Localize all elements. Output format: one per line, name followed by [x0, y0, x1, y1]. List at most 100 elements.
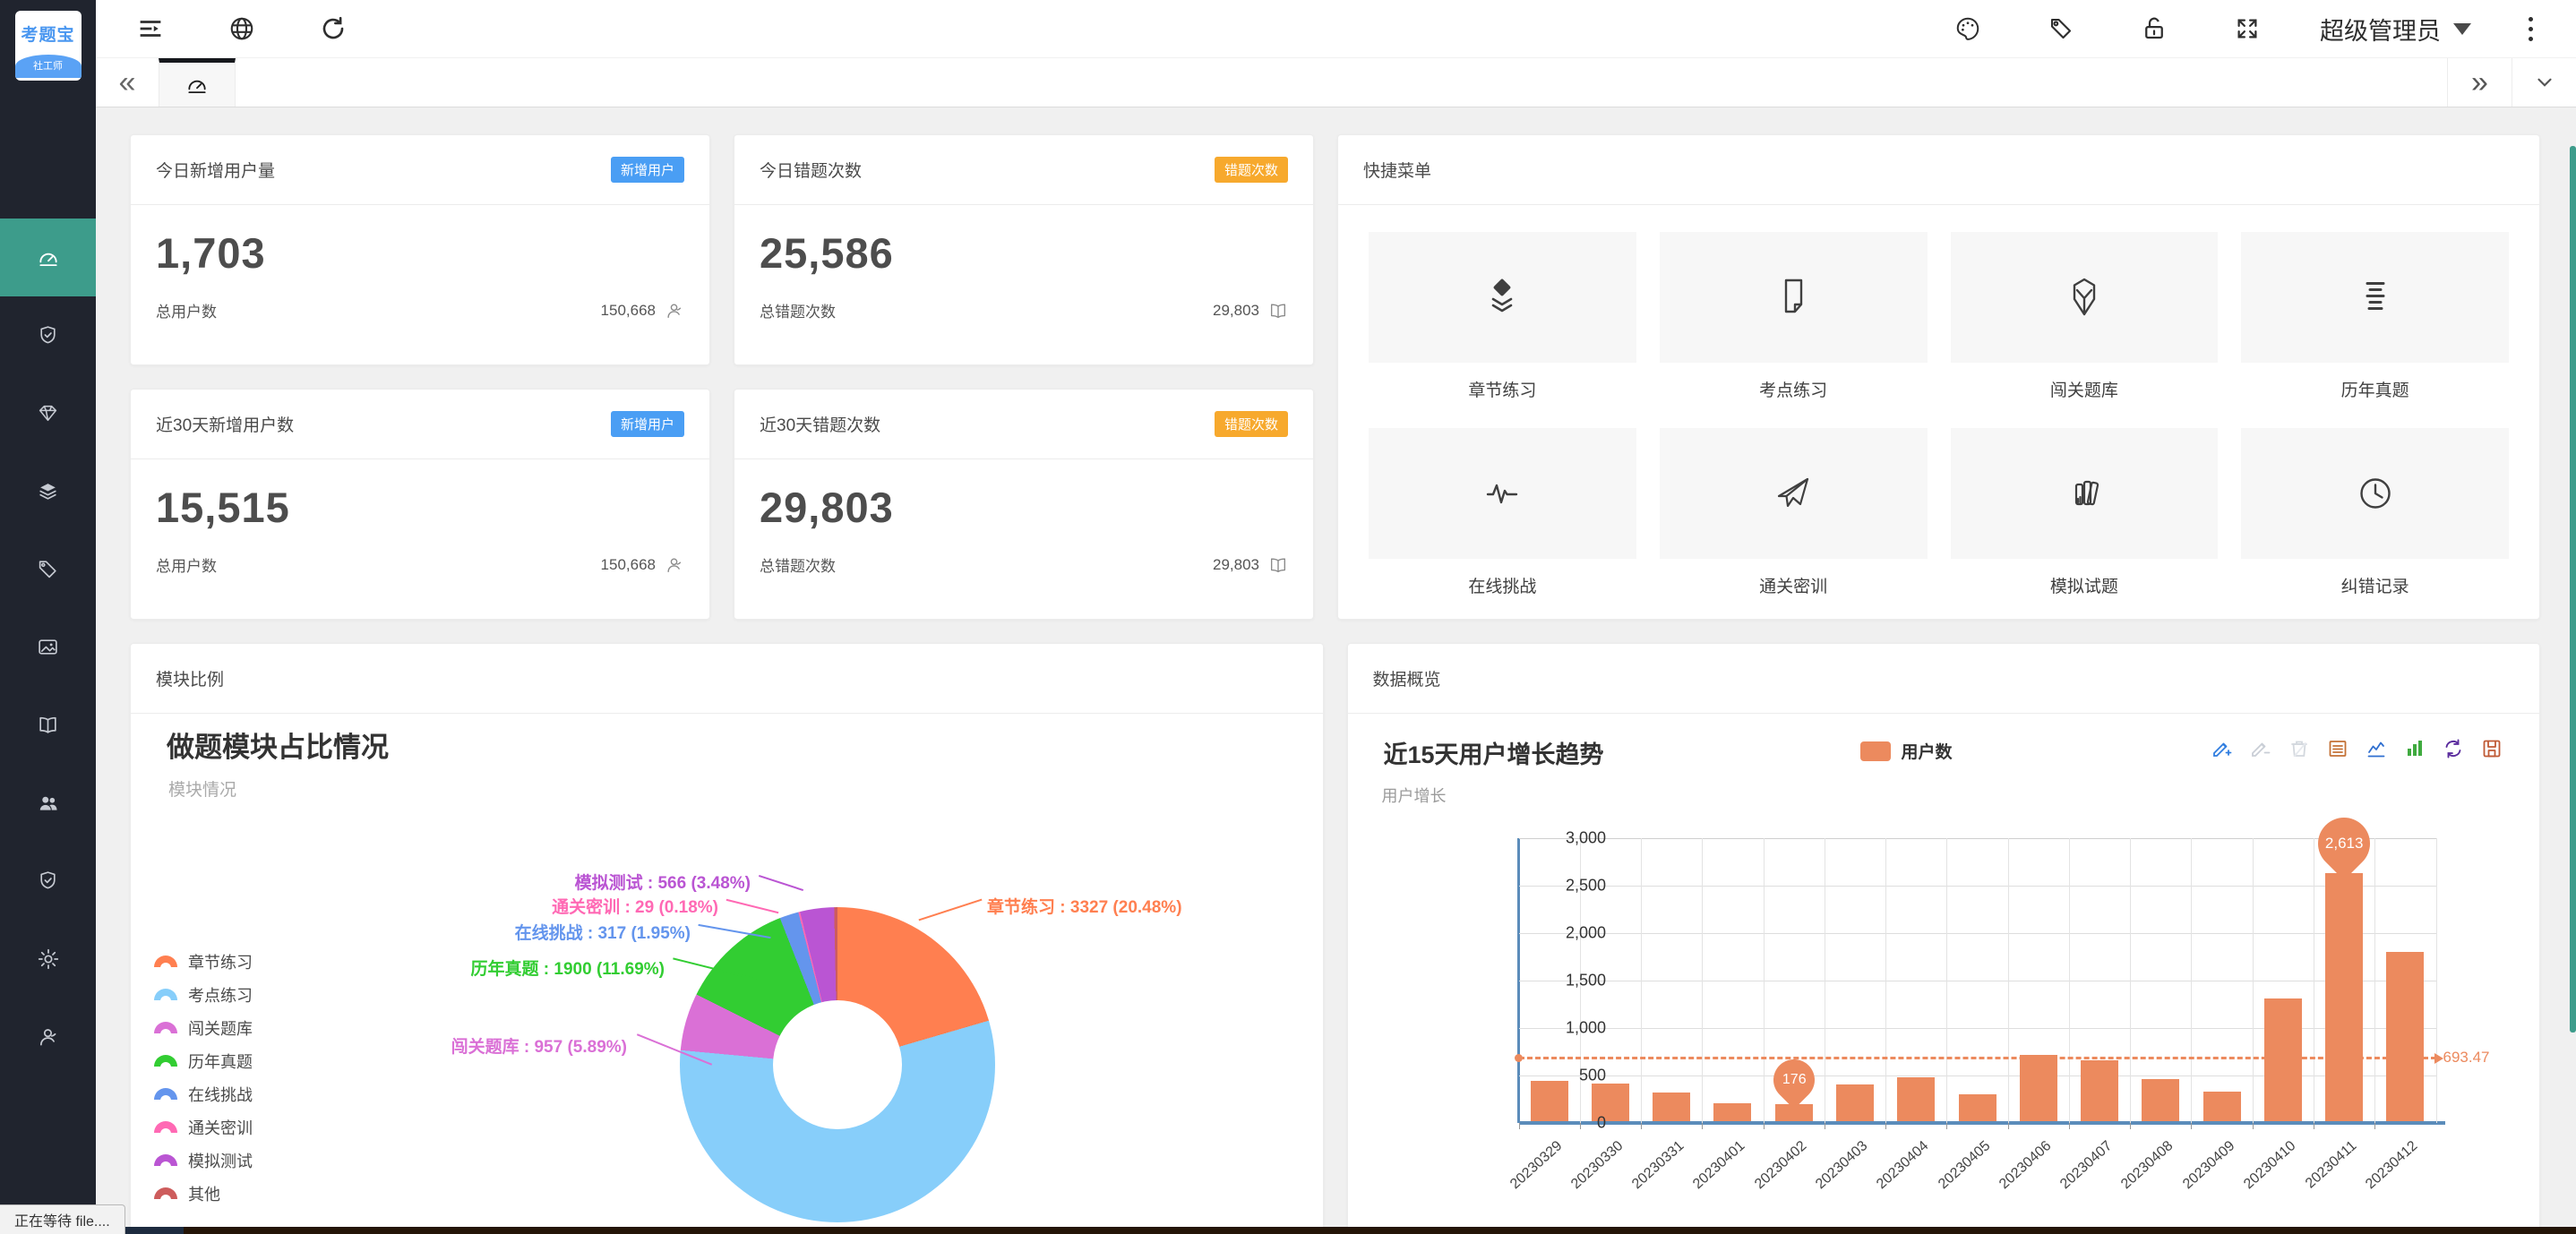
quick-menu-card: 快捷菜单 章节练习 考点练习 — [1337, 134, 2540, 620]
palette-icon[interactable] — [1947, 8, 1988, 49]
pie-chart-subtitle: 模块情况 — [168, 776, 236, 801]
average-markline: 693.47 — [1519, 1057, 2436, 1059]
data-view-icon[interactable] — [2326, 737, 2349, 760]
stat-value: 29,803 — [734, 459, 1313, 532]
bar-20230401[interactable] — [1713, 1103, 1751, 1121]
app-logo-title: 考题宝 — [15, 11, 82, 46]
quick-menu-title: 快捷菜单 — [1363, 158, 1431, 182]
sidebar-item-account[interactable] — [0, 998, 96, 1075]
bar-legend-users[interactable]: 用户数 — [1860, 739, 1953, 763]
stat-footer-label: 总错题次数 — [760, 553, 836, 576]
stat-value: 15,515 — [131, 459, 709, 532]
sidebar-item-exams[interactable] — [0, 296, 96, 374]
bar-20230412[interactable] — [2386, 952, 2424, 1121]
donut-chart[interactable] — [680, 907, 995, 1222]
overview-card-title: 数据概览 — [1373, 666, 1441, 690]
bar-20230331[interactable] — [1653, 1093, 1690, 1121]
page-scrollbar[interactable] — [2570, 146, 2576, 1033]
unlock-icon[interactable] — [2134, 8, 2175, 49]
bar-20230404[interactable] — [1897, 1077, 1935, 1121]
y-tick-label: 0 — [1597, 1114, 1606, 1133]
shield-icon — [37, 870, 59, 892]
tabs-menu-icon[interactable] — [2512, 58, 2576, 107]
globe-icon[interactable] — [221, 8, 262, 49]
edit-add-icon[interactable] — [2211, 737, 2234, 760]
quick-item-label: 通关密训 — [1660, 573, 1928, 597]
more-menu-icon[interactable] — [2523, 12, 2538, 47]
sidebar-item-tags[interactable] — [0, 530, 96, 608]
gear-icon — [37, 947, 60, 971]
dashboard-tab-icon — [185, 73, 209, 97]
status-badge: 错题次数 — [1215, 157, 1288, 183]
sidebar-item-banners[interactable] — [0, 608, 96, 686]
save-image-icon[interactable] — [2480, 737, 2503, 760]
sidebar-item-vip[interactable] — [0, 374, 96, 452]
layers-icon — [37, 480, 59, 502]
pie-legend-item[interactable]: 其他 — [154, 1177, 253, 1210]
bar-20230407[interactable] — [2081, 1060, 2118, 1121]
pie-legend: 章节练习考点练习闯关题库历年真题在线挑战通关密训模拟测试其他 — [154, 945, 253, 1210]
tag-icon[interactable] — [2040, 8, 2082, 49]
pie-legend-item[interactable]: 章节练习 — [154, 945, 253, 978]
status-badge: 错题次数 — [1215, 411, 1288, 437]
quick-item-mock-exams[interactable]: 模拟试题 — [1951, 428, 2219, 597]
quick-item-online-challenge[interactable]: 在线挑战 — [1369, 428, 1636, 597]
quick-item-label: 章节练习 — [1369, 377, 1636, 401]
admin-dropdown[interactable]: 超级管理员 — [2320, 12, 2471, 47]
restore-icon[interactable] — [2442, 737, 2465, 760]
main-area: 超级管理员 « » 今日新增用户量 新增用户 — [96, 0, 2576, 1234]
refresh-icon[interactable] — [313, 8, 354, 49]
pie-callout-label: 在线挑战 : 317 (1.95%) — [515, 920, 691, 944]
markline-label: 693.47 — [2443, 1049, 2490, 1067]
legend-swatch — [154, 1187, 177, 1199]
quick-item-chapter-practice[interactable]: 章节练习 — [1369, 232, 1636, 401]
bar-20230329[interactable] — [1531, 1081, 1568, 1121]
pie-legend-item[interactable]: 模拟测试 — [154, 1144, 253, 1177]
pie-legend-item[interactable]: 闯关题库 — [154, 1011, 253, 1044]
y-tick-label: 3,000 — [1566, 829, 1606, 848]
quick-item-past-papers[interactable]: 历年真题 — [2241, 232, 2509, 401]
bar-20230405[interactable] — [1959, 1094, 1996, 1121]
legend-label: 用户数 — [1902, 739, 1953, 763]
stat-card-30d-errors: 近30天错题次数 错题次数 29,803 总错题次数 29,803 — [734, 389, 1314, 620]
legend-swatch — [154, 989, 177, 1000]
sidebar-item-dashboard[interactable] — [0, 219, 96, 296]
menu-fold-icon[interactable] — [130, 8, 171, 49]
quick-item-error-log[interactable]: 纠错记录 — [2241, 428, 2509, 597]
bar-20230406[interactable] — [2020, 1055, 2057, 1121]
sidebar-item-audit[interactable] — [0, 842, 96, 920]
pie-legend-item[interactable]: 考点练习 — [154, 978, 253, 1011]
bar-20230403[interactable] — [1836, 1084, 1874, 1121]
sidebar-item-settings[interactable] — [0, 920, 96, 998]
topbar: 超级管理员 — [96, 0, 2576, 58]
bar-chart-icon[interactable] — [2403, 737, 2426, 760]
tabs-scroll-right-icon[interactable]: » — [2447, 58, 2512, 107]
y-tick-label: 1,000 — [1566, 1019, 1606, 1038]
edit-remove-icon[interactable] — [2249, 737, 2272, 760]
sidebar-item-chapters[interactable] — [0, 452, 96, 530]
app-logo[interactable]: 考题宝 社工师 — [15, 11, 82, 81]
quick-item-secret-training[interactable]: 通关密训 — [1660, 428, 1928, 597]
tag-icon — [37, 558, 59, 580]
tabs-scroll-left-icon[interactable]: « — [96, 58, 159, 107]
bar-20230409[interactable] — [2203, 1092, 2241, 1121]
bar-20230408[interactable] — [2142, 1079, 2179, 1121]
y-axis-name: 用户增长 — [1382, 784, 1447, 807]
x-axis-line — [1519, 1121, 2445, 1125]
pulse-icon — [1481, 472, 1524, 515]
pie-legend-item[interactable]: 通关密训 — [154, 1110, 253, 1144]
sidebar-item-users[interactable] — [0, 764, 96, 842]
bar-20230411[interactable] — [2325, 873, 2363, 1121]
quick-item-keypoint-practice[interactable]: 考点练习 — [1660, 232, 1928, 401]
sidebar-item-library[interactable] — [0, 686, 96, 764]
line-chart-icon[interactable] — [2365, 737, 2388, 760]
clear-icon[interactable] — [2288, 737, 2311, 760]
quick-item-challenge-bank[interactable]: 闯关题库 — [1951, 232, 2219, 401]
legend-swatch — [154, 1154, 177, 1166]
stat-value: 25,586 — [734, 205, 1313, 278]
pie-legend-item[interactable]: 历年真题 — [154, 1044, 253, 1077]
stat-footer-label: 总用户数 — [156, 299, 217, 321]
pie-legend-item[interactable]: 在线挑战 — [154, 1077, 253, 1110]
tab-dashboard[interactable] — [159, 58, 236, 107]
fullscreen-icon[interactable] — [2227, 8, 2268, 49]
